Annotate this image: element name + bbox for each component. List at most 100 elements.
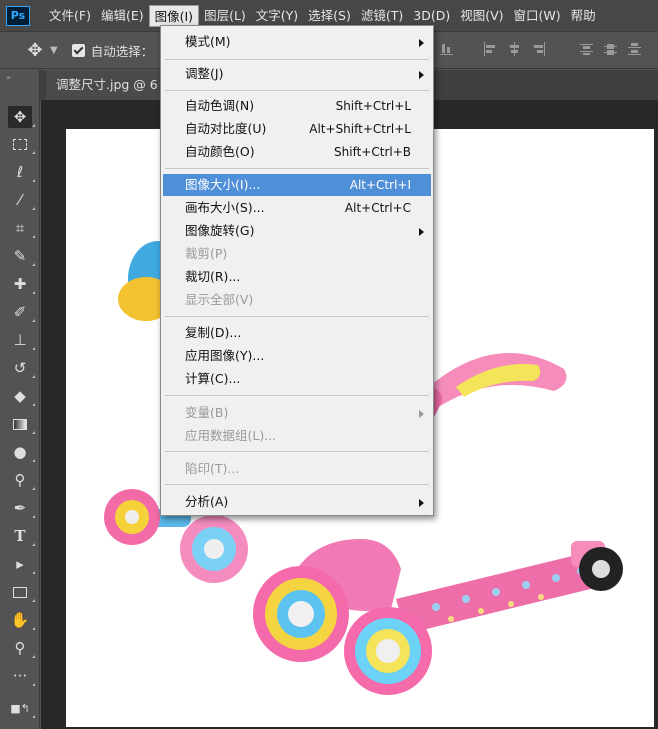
menu-help[interactable]: 帮助 (566, 5, 601, 27)
blur-icon[interactable]: ● (8, 441, 35, 463)
menu-item-shortcut: Shift+Ctrl+B (334, 145, 411, 159)
eyedropper-icon[interactable]: ✎ (8, 245, 35, 267)
menu-item-duplicate[interactable]: 复制(D)... (161, 322, 433, 344)
menu-item-label: 裁切(R)... (185, 269, 241, 284)
align-left-icon[interactable] (484, 42, 498, 56)
history-brush-icon[interactable]: ↺ (8, 357, 35, 379)
submenu-arrow-icon (419, 71, 424, 79)
menu-separator (165, 59, 429, 60)
menu-item-label: 调整(J) (185, 66, 224, 81)
menu-item-auto-color[interactable]: 自动颜色(O) Shift+Ctrl+B (161, 141, 433, 163)
marquee-icon[interactable] (8, 133, 35, 155)
menu-3d[interactable]: 3D(D) (408, 5, 455, 27)
menu-item-shortcut: Alt+Ctrl+C (344, 201, 411, 215)
gradient-icon[interactable] (8, 413, 35, 435)
autoselect-checkbox[interactable] (71, 44, 85, 57)
menu-item-label: 应用图像(Y)... (185, 348, 265, 363)
menu-item-auto-contrast[interactable]: 自动对比度(U) Alt+Shift+Ctrl+L (161, 118, 433, 140)
distribute-bottom-icon[interactable] (628, 42, 642, 56)
photoshop-logo: Ps (6, 5, 30, 26)
menu-item-apply-image[interactable]: 应用图像(Y)... (161, 345, 433, 367)
menu-item-label: 图像大小(I)... (185, 177, 261, 192)
menu-separator (165, 90, 429, 91)
menu-item-label: 裁剪(P) (185, 246, 228, 261)
menu-item-label: 计算(C)... (185, 371, 241, 386)
menu-item-auto-tone[interactable]: 自动色调(N) Shift+Ctrl+L (161, 95, 433, 117)
menu-filter[interactable]: 滤镜(T) (356, 5, 408, 27)
menu-separator (165, 316, 429, 317)
distribute-top-icon[interactable] (580, 42, 594, 56)
menu-item-label: 应用数据组(L)... (185, 428, 277, 443)
menu-item-shortcut: Alt+Ctrl+I (349, 178, 411, 192)
align-horizontal-center-icon[interactable] (508, 42, 522, 56)
menu-separator (165, 484, 429, 485)
distribute-vertical-center-icon[interactable] (604, 42, 618, 56)
align-right-icon[interactable] (532, 42, 546, 56)
menu-item-apply-data-set: 应用数据组(L)... (161, 425, 433, 447)
eraser-icon[interactable]: ◆ (8, 385, 35, 407)
crop-icon[interactable]: ⌗ (8, 217, 35, 239)
menu-item-variables: 变量(B) (161, 402, 433, 424)
menu-item-label: 陷印(T)... (185, 461, 240, 476)
hand-icon[interactable]: ✋ (8, 609, 35, 631)
menu-item-shortcut: Alt+Shift+Ctrl+L (309, 122, 411, 136)
menu-item-label: 画布大小(S)... (185, 200, 265, 215)
menu-item-adjustments[interactable]: 调整(J) (161, 63, 433, 85)
collapse-toolbar-icon[interactable]: » (6, 73, 11, 82)
menu-layer[interactable]: 图层(L) (199, 5, 251, 27)
align-bottom-icon[interactable] (440, 42, 454, 56)
path-selection-icon[interactable]: ▸ (8, 553, 35, 575)
menu-item-label: 分析(A) (185, 494, 229, 509)
more-tools-icon[interactable]: ··· (8, 665, 35, 687)
healing-brush-icon[interactable]: ✚ (8, 273, 35, 295)
menu-separator (165, 168, 429, 169)
submenu-arrow-icon (419, 499, 424, 507)
menu-edit[interactable]: 编辑(E) (96, 5, 149, 27)
type-icon[interactable]: T (8, 525, 35, 547)
menu-item-trap: 陷印(T)... (161, 458, 433, 480)
menu-type[interactable]: 文字(Y) (251, 5, 303, 27)
dodge-icon[interactable]: ⚲ (8, 469, 35, 491)
menu-item-mode[interactable]: 模式(M) (161, 31, 433, 53)
menu-separator (165, 395, 429, 396)
menu-separator (165, 451, 429, 452)
menu-item-label: 自动色调(N) (185, 98, 255, 113)
pen-icon[interactable]: ✒ (8, 497, 35, 519)
menu-item-calculations[interactable]: 计算(C)... (161, 368, 433, 390)
move-tool-preset-icon[interactable]: ✥ (22, 38, 48, 64)
menu-item-label: 模式(M) (185, 34, 231, 49)
menu-item-label: 自动对比度(U) (185, 121, 267, 136)
menu-file[interactable]: 文件(F) (44, 5, 96, 27)
menu-select[interactable]: 选择(S) (303, 5, 356, 27)
autoselect-label: 自动选择： (90, 44, 154, 59)
menu-item-label: 图像旋转(G) (185, 223, 255, 238)
menu-item-shortcut: Shift+Ctrl+L (335, 99, 411, 113)
move-icon[interactable]: ✥ (8, 106, 35, 128)
menu-window[interactable]: 窗口(W) (509, 5, 566, 27)
menu-item-image-size[interactable]: 图像大小(I)... Alt+Ctrl+I (163, 174, 431, 196)
menu-view[interactable]: 视图(V) (455, 5, 508, 27)
lasso-icon[interactable]: ℓ (8, 161, 35, 183)
menu-item-label: 复制(D)... (185, 325, 242, 340)
menu-item-canvas-size[interactable]: 画布大小(S)... Alt+Ctrl+C (161, 197, 433, 219)
swap-colors-icon[interactable]: ■↰ (8, 697, 35, 719)
magic-wand-icon[interactable]: ⁄ (8, 189, 35, 211)
submenu-arrow-icon (419, 410, 424, 418)
zoom-icon[interactable]: ⚲ (8, 637, 35, 659)
chevron-down-icon[interactable]: ▼ (50, 45, 58, 56)
menu-item-label: 显示全部(V) (185, 292, 254, 307)
document-tab[interactable]: 调整尺寸.jpg @ 6 (46, 70, 168, 100)
menu-item-reveal-all: 显示全部(V) (161, 289, 433, 311)
brush-icon[interactable]: ✐ (8, 301, 35, 323)
image-menu-dropdown: 模式(M) 调整(J) 自动色调(N) Shift+Ctrl+L 自动对比度(U)… (160, 25, 434, 516)
rectangle-icon[interactable] (8, 581, 35, 603)
tools-panel: » ✥ ℓ ⁄ ⌗ ✎ ✚ ✐ ⊥ ↺ ◆ ● ⚲ ✒ T ▸ ✋ ⚲ ··· … (0, 70, 40, 729)
clone-stamp-icon[interactable]: ⊥ (8, 329, 35, 351)
menu-item-image-rotation[interactable]: 图像旋转(G) (161, 220, 433, 242)
menu-item-trim[interactable]: 裁切(R)... (161, 266, 433, 288)
submenu-arrow-icon (419, 228, 424, 236)
menu-item-analysis[interactable]: 分析(A) (161, 491, 433, 513)
submenu-arrow-icon (419, 39, 424, 47)
menu-image[interactable]: 图像(I) (148, 4, 200, 27)
menu-item-crop: 裁剪(P) (161, 243, 433, 265)
